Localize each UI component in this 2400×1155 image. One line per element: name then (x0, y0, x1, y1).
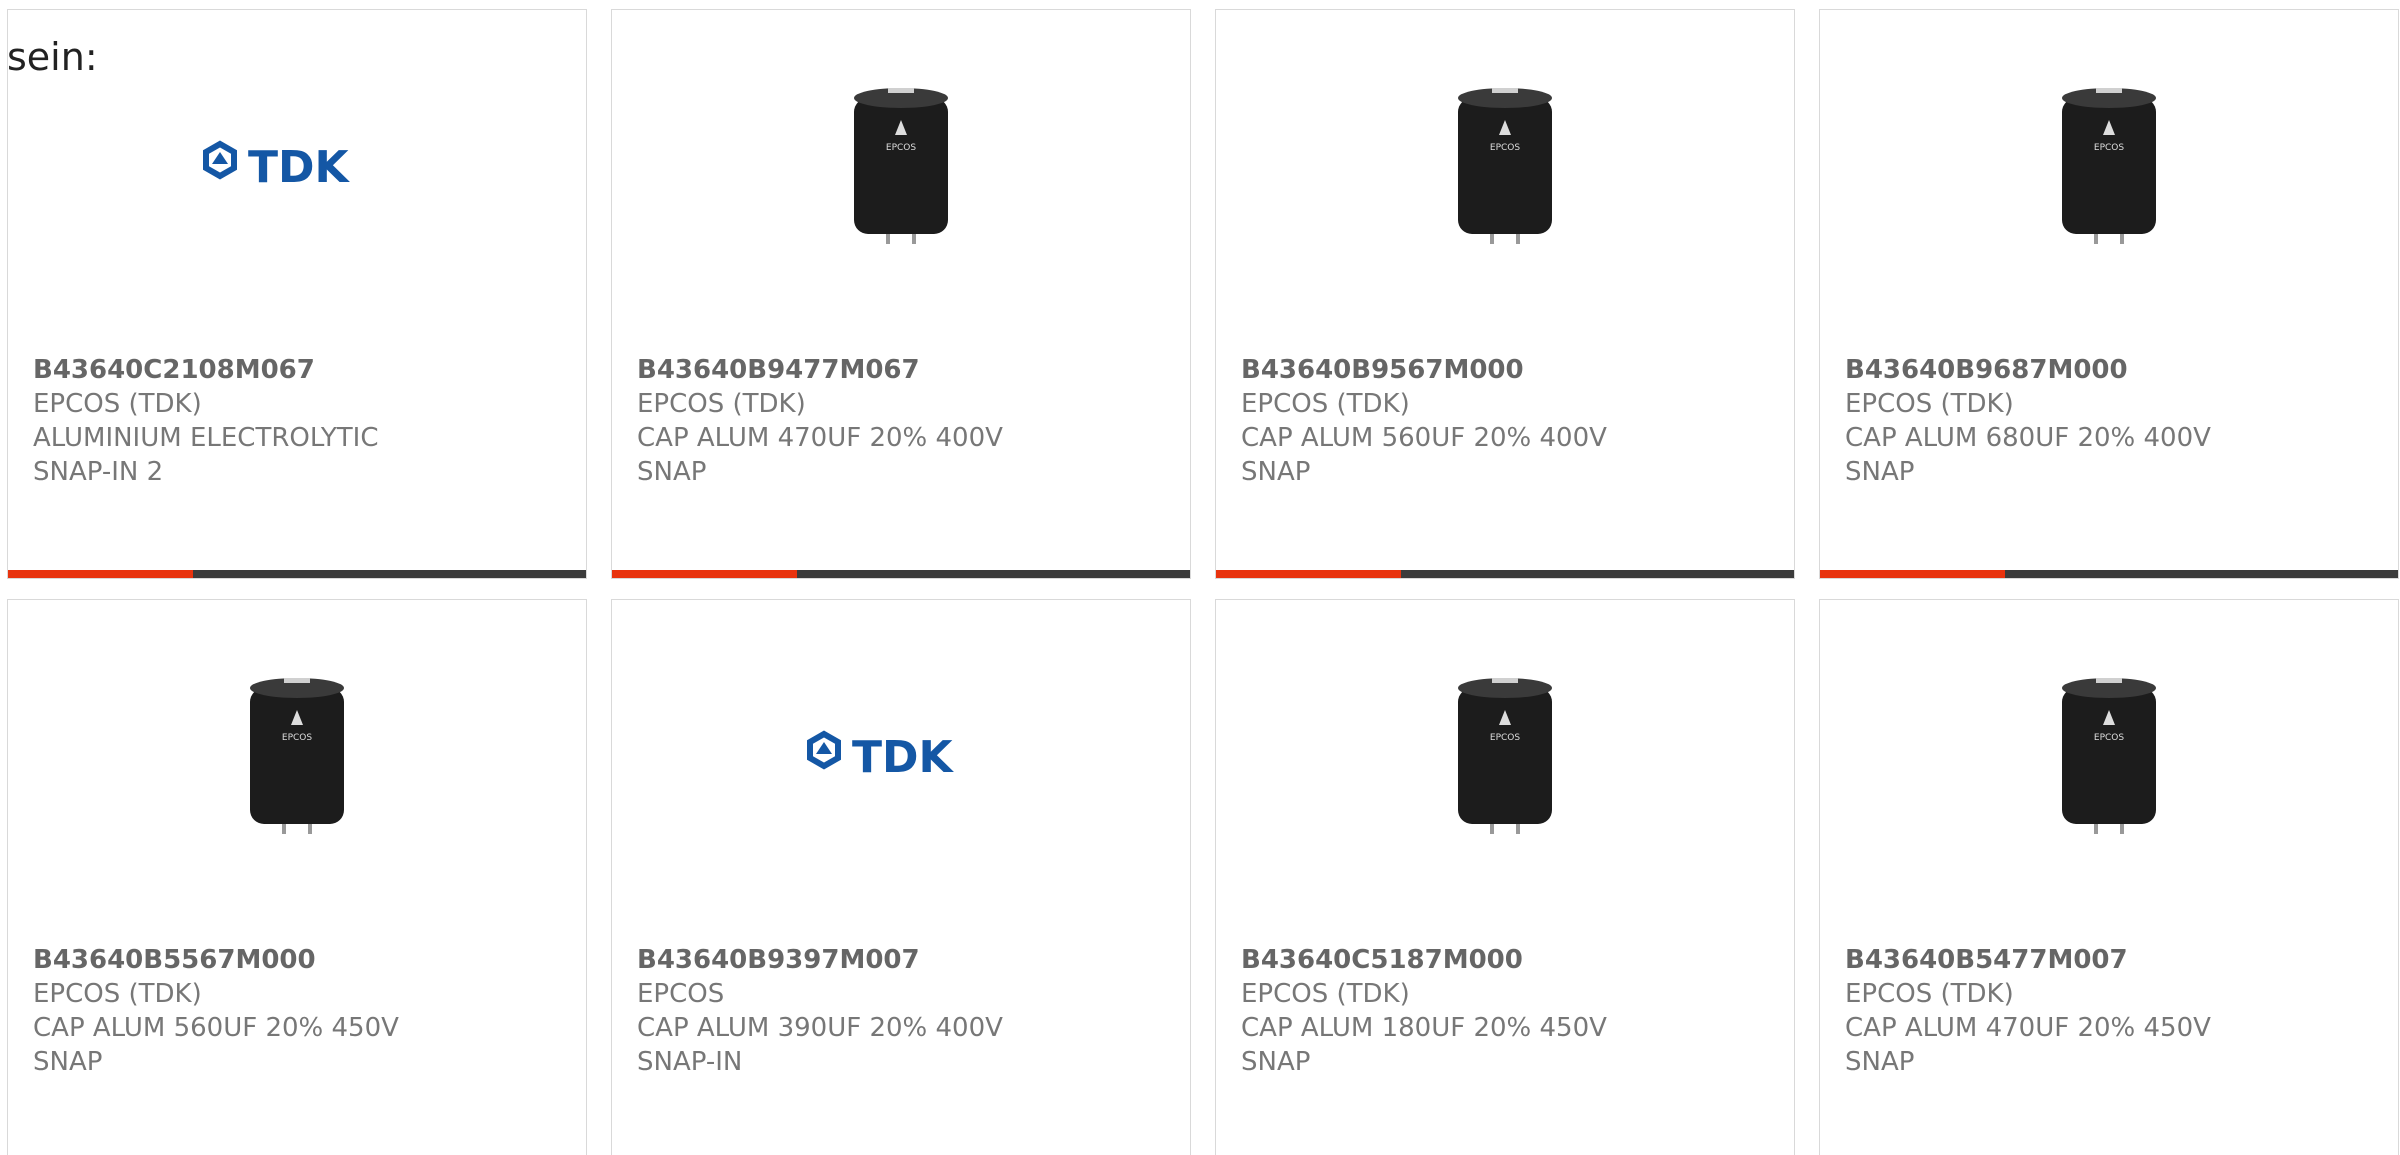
capacitor-label: EPCOS (2094, 143, 2124, 153)
progress-bar (1216, 570, 1794, 578)
product-card[interactable]: EPCOS B43640B9687M000 EPCOS (TDK) CAP AL… (1819, 9, 2399, 579)
product-details: B43640B5477M007 EPCOS (TDK) CAP ALUM 470… (1845, 943, 2378, 1079)
manufacturer: EPCOS (TDK) (1241, 979, 1410, 1009)
product-card[interactable]: EPCOS B43640B5477M007 EPCOS (TDK) CAP AL… (1819, 599, 2399, 1155)
product-details: B43640B9567M000 EPCOS (TDK) CAP ALUM 560… (1241, 353, 1774, 489)
description-line-1: CAP ALUM 390UF 20% 400V (637, 1013, 1003, 1043)
tdk-logo: TDK (192, 140, 402, 190)
progress-bar-fill (1820, 570, 2005, 578)
description-line-1: CAP ALUM 560UF 20% 450V (33, 1013, 399, 1043)
description-line-2: SNAP (1845, 1047, 1915, 1077)
product-image[interactable]: EPCOS (1216, 50, 1794, 280)
capacitor-image: EPCOS (846, 80, 956, 250)
part-number[interactable]: B43640B9397M007 (637, 943, 1170, 977)
manufacturer: EPCOS (TDK) (1845, 979, 2014, 1009)
product-card[interactable]: EPCOS B43640C5187M000 EPCOS (TDK) CAP AL… (1215, 599, 1795, 1155)
part-number[interactable]: B43640B9687M000 (1845, 353, 2378, 387)
description-line-1: ALUMINIUM ELECTROLYTIC (33, 423, 379, 453)
capacitor-image: EPCOS (2054, 80, 2164, 250)
progress-bar-fill (1216, 570, 1401, 578)
description-line-2: SNAP (1241, 457, 1311, 487)
manufacturer: EPCOS (637, 979, 725, 1009)
progress-bar (612, 570, 1190, 578)
progress-bar (8, 570, 586, 578)
product-image[interactable]: EPCOS (8, 640, 586, 870)
description-line-2: SNAP (1845, 457, 1915, 487)
product-image[interactable]: TDK (8, 50, 586, 280)
manufacturer: EPCOS (TDK) (1845, 389, 2014, 419)
progress-bar-fill (612, 570, 797, 578)
capacitor-image: EPCOS (1450, 80, 1560, 250)
intro-text: sein: (7, 35, 98, 79)
product-details: B43640B9687M000 EPCOS (TDK) CAP ALUM 680… (1845, 353, 2378, 489)
capacitor-label: EPCOS (1490, 733, 1520, 743)
product-image[interactable]: EPCOS (1820, 640, 2398, 870)
manufacturer: EPCOS (TDK) (33, 389, 202, 419)
description-line-2: SNAP-IN (637, 1047, 743, 1077)
description-line-1: CAP ALUM 470UF 20% 400V (637, 423, 1003, 453)
part-number[interactable]: B43640B5477M007 (1845, 943, 2378, 977)
part-number[interactable]: B43640B5567M000 (33, 943, 566, 977)
product-card[interactable]: TDK B43640C2108M067 EPCOS (TDK) ALUMINIU… (7, 9, 587, 579)
part-number[interactable]: B43640C5187M000 (1241, 943, 1774, 977)
product-image[interactable]: EPCOS (1216, 640, 1794, 870)
description-line-2: SNAP-IN 2 (33, 457, 164, 487)
product-details: B43640B5567M000 EPCOS (TDK) CAP ALUM 560… (33, 943, 566, 1079)
description-line-1: CAP ALUM 470UF 20% 450V (1845, 1013, 2211, 1043)
description-line-2: SNAP (1241, 1047, 1311, 1077)
product-image[interactable]: TDK (612, 640, 1190, 870)
tdk-logo-text: TDK (248, 142, 351, 190)
product-details: B43640C2108M067 EPCOS (TDK) ALUMINIUM EL… (33, 353, 566, 489)
product-grid-page: sein: TDK B43640C2108M067 EPCOS (TDK) AL… (0, 0, 2400, 1155)
manufacturer: EPCOS (TDK) (1241, 389, 1410, 419)
product-card[interactable]: EPCOS B43640B9477M067 EPCOS (TDK) CAP AL… (611, 9, 1191, 579)
tdk-logo-text: TDK (852, 732, 955, 780)
part-number[interactable]: B43640B9477M067 (637, 353, 1170, 387)
description-line-2: SNAP (33, 1047, 103, 1077)
description-line-1: CAP ALUM 560UF 20% 400V (1241, 423, 1607, 453)
tdk-logo: TDK (796, 730, 1006, 780)
description-line-2: SNAP (637, 457, 707, 487)
product-card[interactable]: EPCOS B43640B9567M000 EPCOS (TDK) CAP AL… (1215, 9, 1795, 579)
progress-bar (1820, 570, 2398, 578)
product-image[interactable]: EPCOS (1820, 50, 2398, 280)
capacitor-image: EPCOS (2054, 670, 2164, 840)
description-line-1: CAP ALUM 180UF 20% 450V (1241, 1013, 1607, 1043)
manufacturer: EPCOS (TDK) (33, 979, 202, 1009)
description-line-1: CAP ALUM 680UF 20% 400V (1845, 423, 2211, 453)
product-image[interactable]: EPCOS (612, 50, 1190, 280)
capacitor-image: EPCOS (242, 670, 352, 840)
capacitor-label: EPCOS (2094, 733, 2124, 743)
capacitor-label: EPCOS (1490, 143, 1520, 153)
progress-bar-fill (8, 570, 193, 578)
capacitor-label: EPCOS (282, 733, 312, 743)
part-number[interactable]: B43640B9567M000 (1241, 353, 1774, 387)
product-details: B43640C5187M000 EPCOS (TDK) CAP ALUM 180… (1241, 943, 1774, 1079)
part-number[interactable]: B43640C2108M067 (33, 353, 566, 387)
capacitor-image: EPCOS (1450, 670, 1560, 840)
product-details: B43640B9477M067 EPCOS (TDK) CAP ALUM 470… (637, 353, 1170, 489)
product-details: B43640B9397M007 EPCOS CAP ALUM 390UF 20%… (637, 943, 1170, 1079)
capacitor-label: EPCOS (886, 143, 916, 153)
manufacturer: EPCOS (TDK) (637, 389, 806, 419)
product-card[interactable]: TDK B43640B9397M007 EPCOS CAP ALUM 390UF… (611, 599, 1191, 1155)
product-card[interactable]: EPCOS B43640B5567M000 EPCOS (TDK) CAP AL… (7, 599, 587, 1155)
